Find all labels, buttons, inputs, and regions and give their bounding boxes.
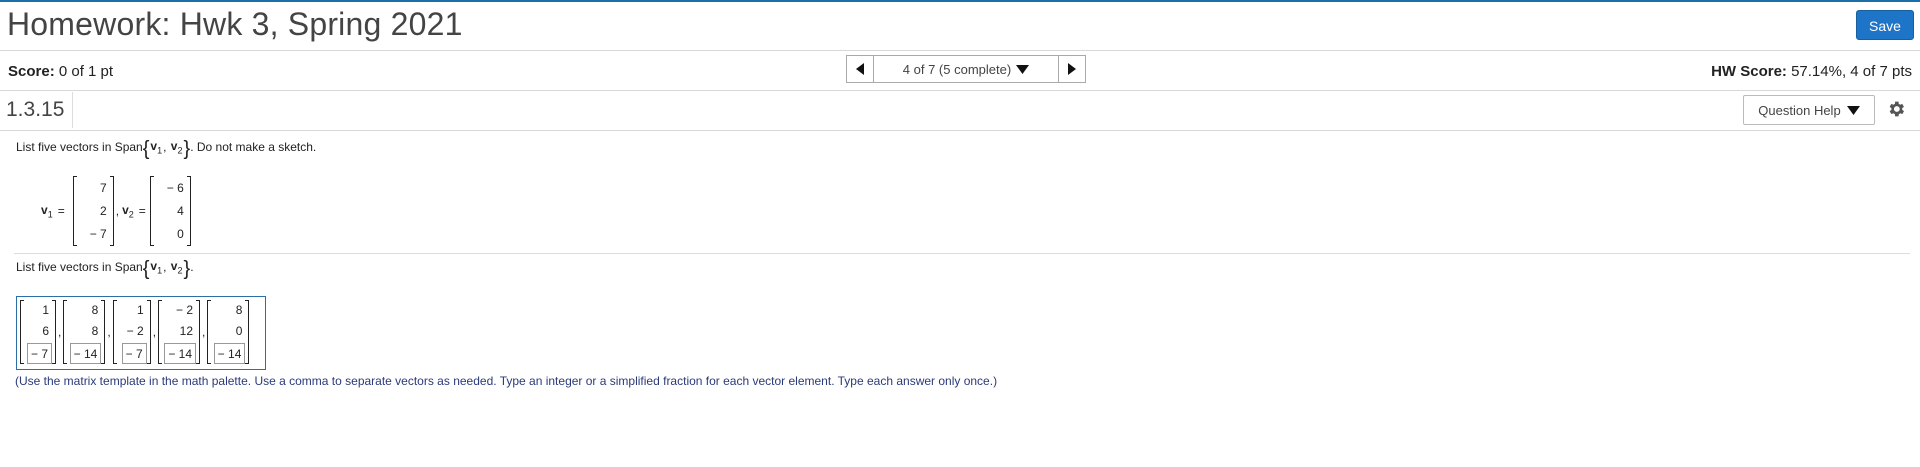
- hw-score-value: 57.14%, 4 of 7 pts: [1791, 63, 1912, 80]
- v2-bracket-right: [186, 176, 191, 246]
- answer-input[interactable]: 1 6 − 7 , 8 8 − 14 , 1 − 2 − 7 , − 2 12 …: [16, 296, 266, 370]
- close-brace: }: [183, 258, 191, 281]
- answer-entry[interactable]: 8: [89, 300, 102, 321]
- next-question-button[interactable]: [1058, 55, 1086, 83]
- hw-score: HW Score: 57.14%, 4 of 7 pts: [1711, 63, 1912, 80]
- answer-entry[interactable]: − 14: [69, 342, 102, 364]
- gear-icon[interactable]: [1886, 99, 1906, 119]
- answer-prompt-suffix: .: [190, 260, 194, 275]
- v2-column: − 6 4 0: [154, 176, 187, 246]
- given-vectors: v1 = 7 2 − 7 , v2 = − 6 4 0: [40, 176, 191, 246]
- answer-prompt-prefix: List five vectors in Span: [16, 260, 143, 275]
- answer-column: − 2 12 − 14: [162, 300, 197, 364]
- prompt-suffix: . Do not make a sketch.: [190, 140, 317, 155]
- question-help-label: Question Help: [1758, 102, 1841, 118]
- next-arrow-icon: [1068, 63, 1076, 75]
- prev-arrow-icon: [856, 63, 864, 75]
- answer-column: 1 6 − 7: [24, 300, 52, 364]
- answer-vector-5[interactable]: 8 0 − 14: [207, 300, 250, 364]
- v1-entry: 2: [100, 203, 107, 218]
- save-button[interactable]: Save: [1856, 10, 1914, 40]
- hw-score-label: HW Score:: [1711, 63, 1787, 80]
- score: Score: 0 of 1 pt: [8, 63, 113, 80]
- answer-entry[interactable]: 12: [177, 321, 196, 342]
- question-help-button[interactable]: Question Help: [1743, 95, 1875, 125]
- comma-separator: ,: [115, 204, 120, 218]
- comma-separator: ,: [202, 325, 206, 339]
- v2-entry: 4: [177, 203, 184, 218]
- chevron-down-icon: [1016, 64, 1030, 74]
- span-v2: v2: [170, 259, 183, 276]
- comma-separator: ,: [107, 325, 111, 339]
- answer-entry[interactable]: 8: [233, 300, 246, 321]
- answer-entry[interactable]: − 7: [26, 342, 52, 364]
- v2-entry: 0: [177, 227, 184, 242]
- v1-equals: =: [57, 204, 65, 218]
- answer-entry[interactable]: − 14: [164, 342, 197, 364]
- v2-label: v2: [122, 202, 134, 220]
- v1-matrix: 7 2 − 7: [72, 176, 114, 246]
- v2-equals: =: [138, 204, 146, 218]
- open-brace: {: [142, 258, 150, 281]
- answer-column: 8 8 − 14: [67, 300, 102, 364]
- answer-vector-1[interactable]: 1 6 − 7: [20, 300, 56, 364]
- v1-column: 7 2 − 7: [77, 176, 110, 246]
- v2-matrix: − 6 4 0: [149, 176, 191, 246]
- answer-entry[interactable]: − 2: [124, 321, 147, 342]
- answer-entry[interactable]: 8: [89, 321, 102, 342]
- answer-entry[interactable]: − 14: [213, 342, 246, 364]
- answer-entry[interactable]: − 2: [173, 300, 196, 321]
- page-title: Homework: Hwk 3, Spring 2021: [7, 6, 463, 42]
- bracket-right: [101, 300, 106, 364]
- v1-label: v1: [41, 202, 53, 220]
- answer-column: 8 0 − 14: [211, 300, 246, 364]
- question-select[interactable]: 4 of 7 (5 complete): [874, 55, 1058, 83]
- comma-separator: ,: [152, 325, 157, 339]
- previous-question-button[interactable]: [846, 55, 874, 83]
- question-number-divider: [72, 92, 73, 128]
- section-divider: [14, 253, 1910, 254]
- answer-vectors: 1 6 − 7 , 8 8 − 14 , 1 − 2 − 7 , − 2 12 …: [20, 300, 250, 364]
- open-brace: {: [142, 138, 150, 161]
- answer-entry[interactable]: − 7: [121, 342, 147, 364]
- span-v2: v2: [170, 139, 183, 156]
- bracket-right: [146, 300, 151, 364]
- score-value: 0 of 1 pt: [58, 63, 114, 80]
- score-label: Score:: [8, 63, 55, 80]
- answer-entry[interactable]: 6: [39, 321, 52, 342]
- question-select-label: 4 of 7 (5 complete): [902, 61, 1012, 77]
- bracket-right: [245, 300, 250, 364]
- bracket-right: [52, 300, 56, 364]
- comma-separator: ,: [58, 325, 62, 339]
- bracket-right: [196, 300, 201, 364]
- question-bar: 1.3.15 Question Help: [0, 90, 1920, 131]
- answer-prompt: List five vectors in Span { v1, v2 } .: [16, 258, 194, 281]
- score-bar: Score: 0 of 1 pt 4 of 7 (5 complete) HW …: [0, 50, 1920, 91]
- answer-entry[interactable]: 0: [233, 321, 246, 342]
- title-bar: Homework: Hwk 3, Spring 2021 Save: [0, 2, 1920, 51]
- answer-column: 1 − 2 − 7: [117, 300, 147, 364]
- close-brace: }: [183, 138, 191, 161]
- prompt-prefix: List five vectors in Span: [16, 140, 143, 155]
- span-v1: v1: [150, 259, 163, 276]
- v1-bracket-right: [109, 176, 114, 246]
- v1-entry: − 7: [89, 227, 107, 242]
- answer-entry[interactable]: 1: [134, 300, 147, 321]
- chevron-down-icon: [1846, 105, 1860, 115]
- answer-entry[interactable]: 1: [39, 300, 52, 321]
- answer-vector-2[interactable]: 8 8 − 14: [63, 300, 106, 364]
- v2-entry: − 6: [166, 180, 184, 195]
- question-prompt: List five vectors in Span { v1, v2 } . D…: [16, 138, 317, 161]
- v1-entry: 7: [100, 180, 107, 195]
- answer-vector-3[interactable]: 1 − 2 − 7: [112, 300, 151, 364]
- answer-vector-4[interactable]: − 2 12 − 14: [158, 300, 201, 364]
- question-number: 1.3.15: [6, 98, 65, 121]
- answer-instructions: (Use the matrix template in the math pal…: [15, 374, 998, 388]
- span-v1: v1: [150, 139, 163, 156]
- question-navigator: 4 of 7 (5 complete): [846, 55, 1086, 83]
